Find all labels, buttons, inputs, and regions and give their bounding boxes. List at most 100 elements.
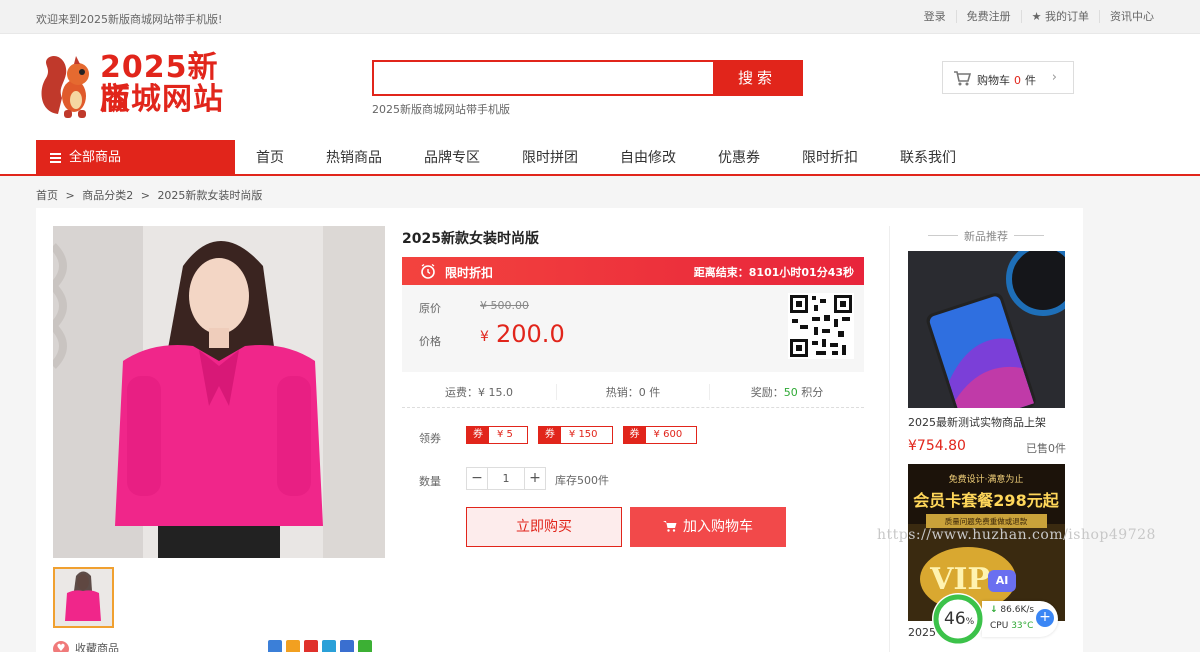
share-qzone-icon[interactable] xyxy=(286,640,300,652)
network-speed: ↓ 86.6K/s xyxy=(990,605,1035,615)
breadcrumb-category[interactable]: 商品分类2 xyxy=(82,189,133,202)
share-wechat-icon[interactable] xyxy=(358,640,372,652)
phone-photo xyxy=(908,251,1065,408)
flash-sale-bar: 限时折扣 距离结束：8101小时01分43秒 xyxy=(402,257,864,285)
plus-icon[interactable]: + xyxy=(1036,609,1054,627)
usage-percent-value: 46 xyxy=(944,609,966,629)
all-categories-button[interactable]: 全部商品 xyxy=(36,140,235,176)
main-nav: 全部商品 首页 热销商品 品牌专区 限时拼团 自由修改 优惠券 限时折扣 联系我… xyxy=(0,140,1200,176)
chevron-right-icon: › xyxy=(1051,70,1057,85)
squirrel-logo-icon xyxy=(41,55,89,118)
price-box: 原价 ¥ 500.00 价格 ¥ 200.0 xyxy=(402,285,864,372)
breadcrumb-separator: > xyxy=(65,189,75,202)
ai-assistant-button[interactable]: AI xyxy=(988,570,1016,592)
thumbnail-photo xyxy=(55,569,112,626)
product-main-image[interactable] xyxy=(53,226,385,558)
quantity-increase-button[interactable]: + xyxy=(524,467,546,490)
add-to-cart-button[interactable]: 加入购物车 xyxy=(630,507,786,547)
nav-item-group-buy[interactable]: 限时拼团 xyxy=(501,140,599,176)
top-bar: 欢迎来到2025新版商城网站带手机版! 登录 免费注册 ★ 我的订单 资讯中心 xyxy=(0,0,1200,34)
product-title: 2025新款女装时尚版 xyxy=(402,231,539,247)
all-categories-label: 全部商品 xyxy=(69,150,122,165)
reward-value: 50 xyxy=(783,386,798,399)
cart-label: 购物车 xyxy=(977,74,1010,87)
favorite-product[interactable]: ♥ 收藏商品 xyxy=(53,640,119,652)
nav-item-brands[interactable]: 品牌专区 xyxy=(403,140,501,176)
nav-item-coupons[interactable]: 优惠券 xyxy=(697,140,781,176)
coupon-tag: 券 xyxy=(538,427,561,443)
cart-button[interactable]: 购物车 0 件 › xyxy=(942,61,1074,94)
shipping-fee: 运费：¥ 15.0 xyxy=(445,386,513,399)
coupon-item[interactable]: 券 ¥ 600 xyxy=(622,426,698,444)
cpu-label: CPU xyxy=(990,621,1009,631)
site-logo[interactable]: 2025新版 商城网站 xyxy=(38,52,238,122)
search-bar: 搜索 xyxy=(372,60,803,96)
menu-icon xyxy=(50,151,61,165)
qr-code-icon xyxy=(788,293,854,359)
promo-line2: 会员卡套餐298元起 xyxy=(913,491,1059,510)
news-center-link[interactable]: 资讯中心 xyxy=(1099,10,1164,23)
side-product-name[interactable]: 2025最新测试实物商品上架 xyxy=(908,414,1046,430)
share-tencent-icon[interactable] xyxy=(322,640,336,652)
product-photo xyxy=(53,226,385,558)
network-speed-value: 86.6K/s xyxy=(1000,605,1035,615)
side-product-price: ¥754.80 xyxy=(908,438,966,454)
cart-count: 0 xyxy=(1014,74,1021,87)
share-icons xyxy=(268,640,372,652)
nav-item-home[interactable]: 首页 xyxy=(235,140,305,176)
cart-unit: 件 xyxy=(1025,74,1036,87)
my-orders-link[interactable]: ★ 我的订单 xyxy=(1020,10,1099,23)
breadcrumb-separator: > xyxy=(140,189,150,202)
quantity-label: 数量 xyxy=(419,475,441,488)
logo-line2: 商城网站 xyxy=(100,82,224,117)
coupon-list: 券 ¥ 5 券 ¥ 150 券 ¥ 600 xyxy=(466,426,698,444)
usage-percent: 46% xyxy=(944,609,974,629)
cpu-temp: CPU 33°C xyxy=(990,621,1033,631)
promo-line1: 免费设计·满意为止 xyxy=(949,473,1024,485)
stock-info: 库存500件 xyxy=(555,474,609,487)
cpu-temp-value: 33°C xyxy=(1011,621,1034,631)
share-renren-icon[interactable] xyxy=(340,640,354,652)
nav-item-contact[interactable]: 联系我们 xyxy=(879,140,977,176)
login-link[interactable]: 登录 xyxy=(914,10,956,23)
search-button[interactable]: 搜索 xyxy=(713,62,801,94)
register-link[interactable]: 免费注册 xyxy=(955,10,1021,23)
system-monitor-widget[interactable]: ↓ 86.6K/s CPU 33°C + 46% xyxy=(932,593,1060,645)
heart-icon: ♥ xyxy=(53,641,69,652)
quantity-stepper: − 1 + xyxy=(466,467,546,490)
coupon-tag: 券 xyxy=(467,427,489,443)
nav-item-hot[interactable]: 热销商品 xyxy=(305,140,403,176)
search-hint[interactable]: 2025新版商城网站带手机版 xyxy=(372,101,510,117)
coupon-item[interactable]: 券 ¥ 150 xyxy=(537,426,613,444)
nav-item-custom[interactable]: 自由修改 xyxy=(599,140,697,176)
reward-suffix: 积分 xyxy=(797,386,824,399)
nav-item-discount[interactable]: 限时折扣 xyxy=(781,140,879,176)
cart-text: 购物车 0 件 xyxy=(977,72,1036,88)
share-weibo-icon[interactable] xyxy=(304,640,318,652)
welcome-text: 欢迎来到2025新版商城网站带手机版! xyxy=(36,13,223,26)
quantity-input[interactable]: 1 xyxy=(488,467,524,490)
new-products-title: 新品推荐 xyxy=(906,228,1066,244)
reward-points: 奖励：50 积分 xyxy=(710,384,864,400)
breadcrumb-home[interactable]: 首页 xyxy=(36,189,58,202)
cart-icon xyxy=(663,521,677,532)
quantity-decrease-button[interactable]: − xyxy=(466,467,488,490)
product-thumbnail[interactable] xyxy=(53,567,114,628)
coupon-value: ¥ 5 xyxy=(497,429,513,440)
header: 2025新版 商城网站 搜索 2025新版商城网站带手机版 购物车 0 件 › xyxy=(0,34,1200,140)
coupon-value: ¥ 150 xyxy=(568,429,598,440)
top-links: 登录 免费注册 ★ 我的订单 资讯中心 xyxy=(914,10,1164,23)
currency-symbol: ¥ xyxy=(480,329,489,345)
cart-icon xyxy=(954,71,971,86)
buy-now-button[interactable]: 立即购买 xyxy=(466,507,622,547)
share-plus-icon[interactable] xyxy=(268,640,282,652)
sales-count: 热销：0 件 xyxy=(556,384,710,400)
vip-logo: VIP xyxy=(929,562,990,597)
reward-prefix: 奖励： xyxy=(750,386,784,399)
search-input[interactable] xyxy=(374,62,714,94)
usage-percent-sign: % xyxy=(965,617,975,627)
monitor-info: ↓ 86.6K/s CPU 33°C + xyxy=(982,601,1058,637)
coupon-label: 领券 xyxy=(419,432,441,445)
coupon-item[interactable]: 券 ¥ 5 xyxy=(466,426,528,444)
side-product-image-phone[interactable] xyxy=(908,251,1065,408)
